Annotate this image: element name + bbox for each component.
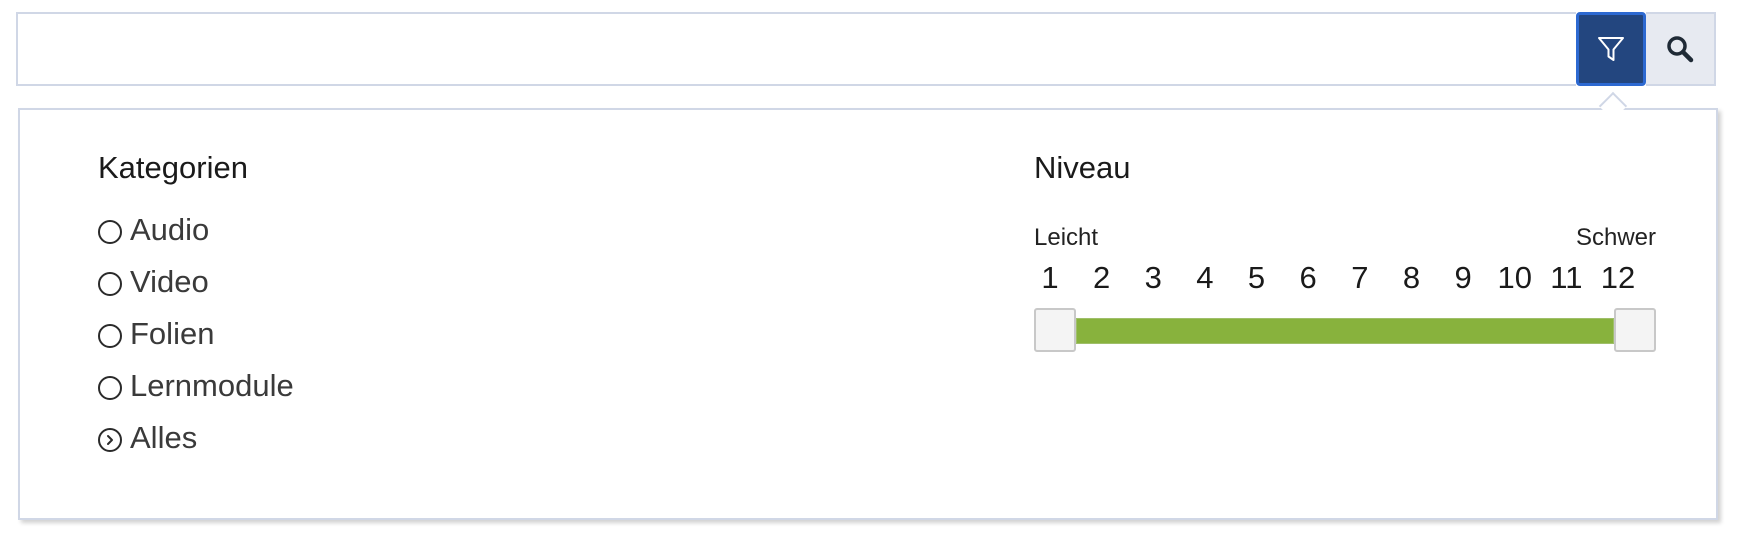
radio-unchecked-icon — [98, 272, 122, 296]
magnifier-icon — [1667, 36, 1694, 63]
category-label: Alles — [130, 420, 198, 455]
filter-icon — [1598, 37, 1624, 61]
level-tick-label: 3 — [1144, 260, 1162, 295]
category-label: Video — [130, 264, 209, 299]
level-ticks: 1 2 3 4 5 6 7 8 9 10 11 12 — [1034, 260, 1656, 304]
level-tick-label: 8 — [1402, 260, 1421, 295]
category-label: Audio — [130, 212, 210, 247]
slider-handle-max[interactable] — [1614, 308, 1656, 352]
search-button[interactable] — [1646, 12, 1716, 86]
range-labels: Leicht Schwer — [1034, 224, 1656, 252]
level-tick-label: 7 — [1351, 260, 1369, 295]
level-tick-label: 2 — [1093, 260, 1111, 295]
category-option-lernmodule[interactable]: Lernmodule — [98, 360, 294, 412]
chevron-circle-right-icon — [98, 428, 122, 452]
level-tick-label: 5 — [1247, 260, 1266, 295]
category-option-alles[interactable]: Alles — [98, 412, 294, 464]
category-label: Folien — [130, 316, 215, 351]
search-input[interactable] — [16, 12, 1576, 86]
level-tick-label: 9 — [1454, 260, 1472, 295]
categories-section: Kategorien Audio Video Folien Lernmodule… — [98, 150, 294, 464]
filter-button[interactable] — [1576, 12, 1646, 86]
range-max-label: Schwer — [1575, 224, 1656, 251]
categories-title: Kategorien — [98, 150, 248, 185]
level-tick-label: 1 — [1041, 260, 1059, 295]
slider-handle-min[interactable] — [1034, 308, 1076, 352]
level-tick-label: 6 — [1299, 260, 1317, 295]
category-option-video[interactable]: Video — [98, 256, 294, 308]
level-tick-label: 10 — [1497, 260, 1532, 295]
niveau-title: Niveau — [1034, 150, 1131, 185]
level-tick-label: 12 — [1600, 260, 1636, 295]
radio-unchecked-icon — [98, 376, 122, 400]
category-option-folien[interactable]: Folien — [98, 308, 294, 360]
radio-unchecked-icon — [98, 220, 122, 244]
category-option-audio[interactable]: Audio — [98, 204, 294, 256]
level-tick-label: 4 — [1196, 260, 1214, 295]
radio-unchecked-icon — [98, 324, 122, 348]
slider-selected-range — [1076, 318, 1614, 344]
level-range-slider[interactable] — [1034, 308, 1656, 354]
category-label: Lernmodule — [130, 368, 294, 403]
filter-panel: Kategorien Audio Video Folien Lernmodule… — [18, 108, 1718, 520]
level-tick-label: 11 — [1550, 260, 1583, 295]
search-bar — [16, 12, 1716, 86]
niveau-section: Niveau Leicht Schwer 1 2 3 4 5 6 7 8 9 10 11 12 — [1034, 150, 1656, 354]
range-min-label: Leicht — [1034, 224, 1099, 251]
